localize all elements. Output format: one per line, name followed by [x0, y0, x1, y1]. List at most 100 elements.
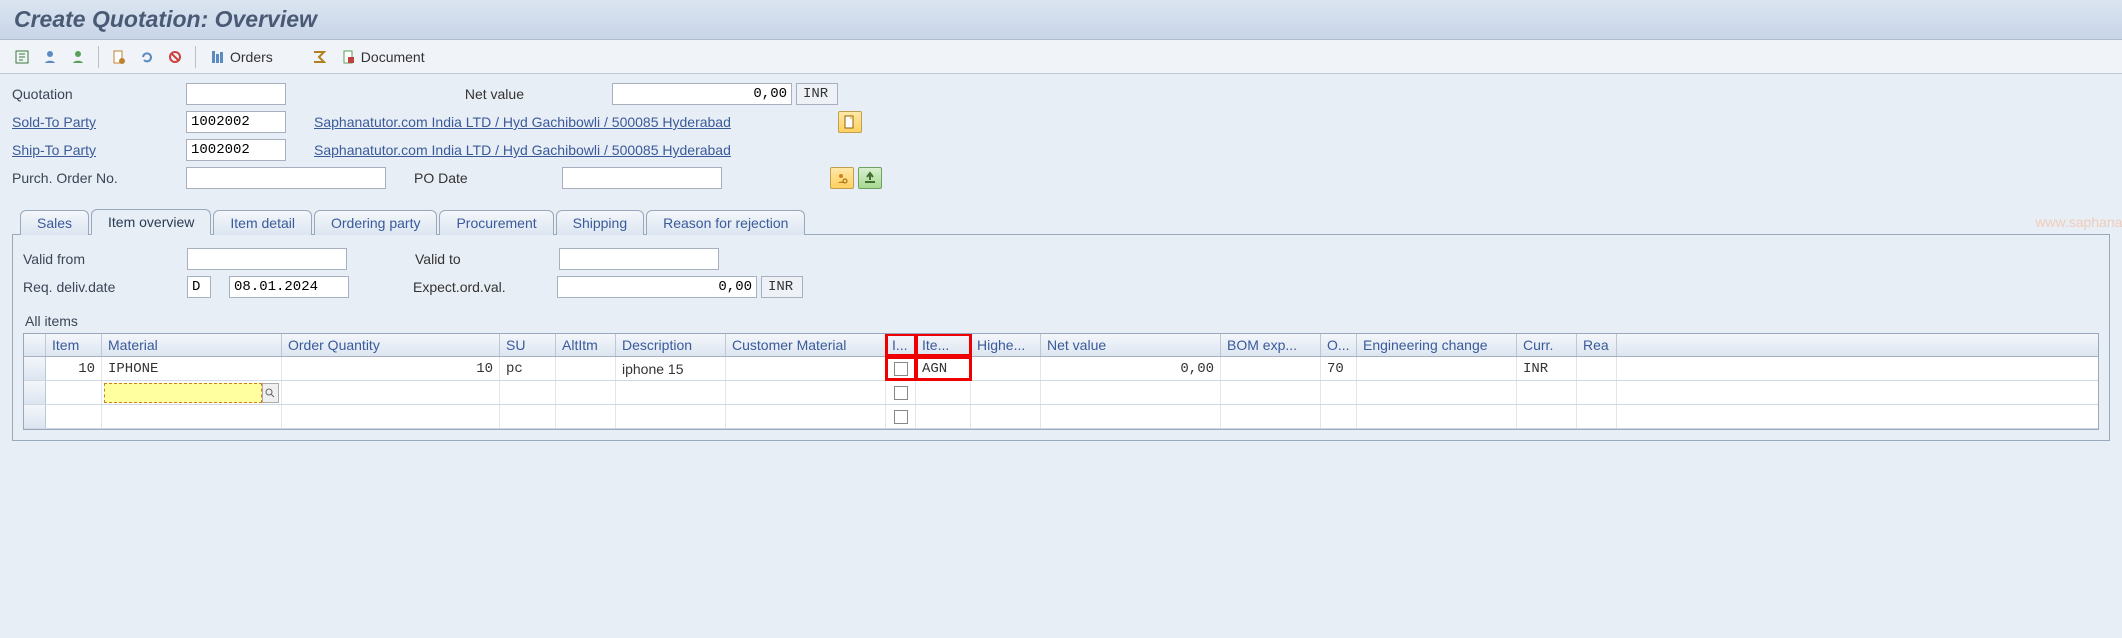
col-order-qty[interactable]: Order Quantity — [282, 334, 500, 356]
col-customer-material[interactable]: Customer Material — [726, 334, 886, 356]
search-user-icon[interactable] — [830, 167, 854, 189]
cell-ite[interactable]: AGN — [916, 357, 971, 380]
checkbox[interactable] — [894, 410, 908, 424]
cell-ite[interactable] — [916, 405, 971, 428]
tab-item-overview[interactable]: Item overview — [91, 209, 211, 235]
reqdate-input[interactable] — [229, 276, 349, 298]
display-header-icon[interactable] — [10, 45, 34, 69]
col-reason[interactable]: Rea — [1577, 334, 1617, 356]
refresh-icon[interactable] — [135, 45, 159, 69]
cell-eng[interactable] — [1357, 405, 1517, 428]
col-higher[interactable]: Highe... — [971, 334, 1041, 356]
col-altitm[interactable]: AltItm — [556, 334, 616, 356]
tab-item-detail[interactable]: Item detail — [213, 210, 312, 235]
col-ite[interactable]: Ite... — [916, 334, 971, 356]
row-select[interactable] — [24, 357, 46, 380]
cell-rea[interactable] — [1577, 357, 1617, 380]
checkbox[interactable] — [894, 386, 908, 400]
cell-ite[interactable] — [916, 381, 971, 404]
cell-i[interactable] — [886, 357, 916, 380]
cell-bom[interactable] — [1221, 357, 1321, 380]
cell-net[interactable] — [1041, 405, 1221, 428]
tab-shipping[interactable]: Shipping — [556, 210, 645, 235]
soldto-label[interactable]: Sold-To Party — [12, 114, 182, 130]
shipto-input[interactable] — [186, 139, 286, 161]
cell-material[interactable] — [102, 381, 282, 404]
tab-ordering-party[interactable]: Ordering party — [314, 210, 437, 235]
cell-bom[interactable] — [1221, 381, 1321, 404]
cell-desc[interactable]: iphone 15 — [616, 357, 726, 380]
cell-cust[interactable] — [726, 357, 886, 380]
cell-qty[interactable]: 10 — [282, 357, 500, 380]
document-button[interactable]: Document — [335, 45, 431, 69]
cell-item[interactable] — [46, 381, 102, 404]
cell-material[interactable]: IPHONE — [102, 357, 282, 380]
doc-icon[interactable] — [107, 45, 131, 69]
user-green-icon[interactable] — [66, 45, 90, 69]
shipto-desc[interactable]: Saphanatutor.com India LTD / Hyd Gachibo… — [314, 142, 834, 158]
cell-rea[interactable] — [1577, 381, 1617, 404]
validfrom-input[interactable] — [187, 248, 347, 270]
tab-procurement[interactable]: Procurement — [439, 210, 553, 235]
cell-eng[interactable] — [1357, 357, 1517, 380]
cell-qty[interactable] — [282, 405, 500, 428]
material-input-active[interactable] — [104, 383, 262, 403]
cell-o[interactable] — [1321, 405, 1357, 428]
row-select[interactable] — [24, 405, 46, 428]
validto-input[interactable] — [559, 248, 719, 270]
cell-desc[interactable] — [616, 381, 726, 404]
cell-rea[interactable] — [1577, 405, 1617, 428]
cell-eng[interactable] — [1357, 381, 1517, 404]
cell-su[interactable]: pc — [500, 357, 556, 380]
po-input[interactable] — [186, 167, 386, 189]
soldto-input[interactable] — [186, 111, 286, 133]
cell-cust[interactable] — [726, 405, 886, 428]
create-doc-icon[interactable] — [838, 111, 862, 133]
col-bom[interactable]: BOM exp... — [1221, 334, 1321, 356]
cell-i[interactable] — [886, 381, 916, 404]
cell-item[interactable]: 10 — [46, 357, 102, 380]
cell-curr[interactable] — [1517, 405, 1577, 428]
cell-curr[interactable]: INR — [1517, 357, 1577, 380]
cell-alt[interactable] — [556, 357, 616, 380]
col-su[interactable]: SU — [500, 334, 556, 356]
cell-curr[interactable] — [1517, 381, 1577, 404]
cell-bom[interactable] — [1221, 405, 1321, 428]
sum-icon[interactable] — [307, 45, 331, 69]
tab-reason-rejection[interactable]: Reason for rejection — [646, 210, 805, 235]
cell-i[interactable] — [886, 405, 916, 428]
f4-help-icon[interactable] — [262, 383, 279, 403]
cell-alt[interactable] — [556, 405, 616, 428]
checkbox[interactable] — [894, 362, 908, 376]
export-icon[interactable] — [858, 167, 882, 189]
cell-cust[interactable] — [726, 381, 886, 404]
cell-high[interactable] — [971, 405, 1041, 428]
cell-item[interactable] — [46, 405, 102, 428]
col-eng-change[interactable]: Engineering change — [1357, 334, 1517, 356]
cell-su[interactable] — [500, 405, 556, 428]
cell-su[interactable] — [500, 381, 556, 404]
col-o[interactable]: O... — [1321, 334, 1357, 356]
cell-o[interactable] — [1321, 381, 1357, 404]
col-description[interactable]: Description — [616, 334, 726, 356]
user-icon[interactable] — [38, 45, 62, 69]
cell-material[interactable] — [102, 405, 282, 428]
cancel-icon[interactable] — [163, 45, 187, 69]
cell-high[interactable] — [971, 381, 1041, 404]
shipto-label[interactable]: Ship-To Party — [12, 142, 182, 158]
orders-button[interactable]: Orders — [204, 45, 279, 69]
select-all-handle[interactable] — [24, 334, 46, 356]
cell-o[interactable]: 70 — [1321, 357, 1357, 380]
cell-high[interactable] — [971, 357, 1041, 380]
cell-desc[interactable] — [616, 405, 726, 428]
soldto-desc[interactable]: Saphanatutor.com India LTD / Hyd Gachibo… — [314, 114, 834, 130]
cell-alt[interactable] — [556, 381, 616, 404]
cell-qty[interactable] — [282, 381, 500, 404]
col-item[interactable]: Item — [46, 334, 102, 356]
col-netvalue[interactable]: Net value — [1041, 334, 1221, 356]
cell-net[interactable] — [1041, 381, 1221, 404]
reqdate-type[interactable] — [187, 276, 211, 298]
col-curr[interactable]: Curr. — [1517, 334, 1577, 356]
cell-net[interactable]: 0,00 — [1041, 357, 1221, 380]
col-i[interactable]: I... — [886, 334, 916, 356]
